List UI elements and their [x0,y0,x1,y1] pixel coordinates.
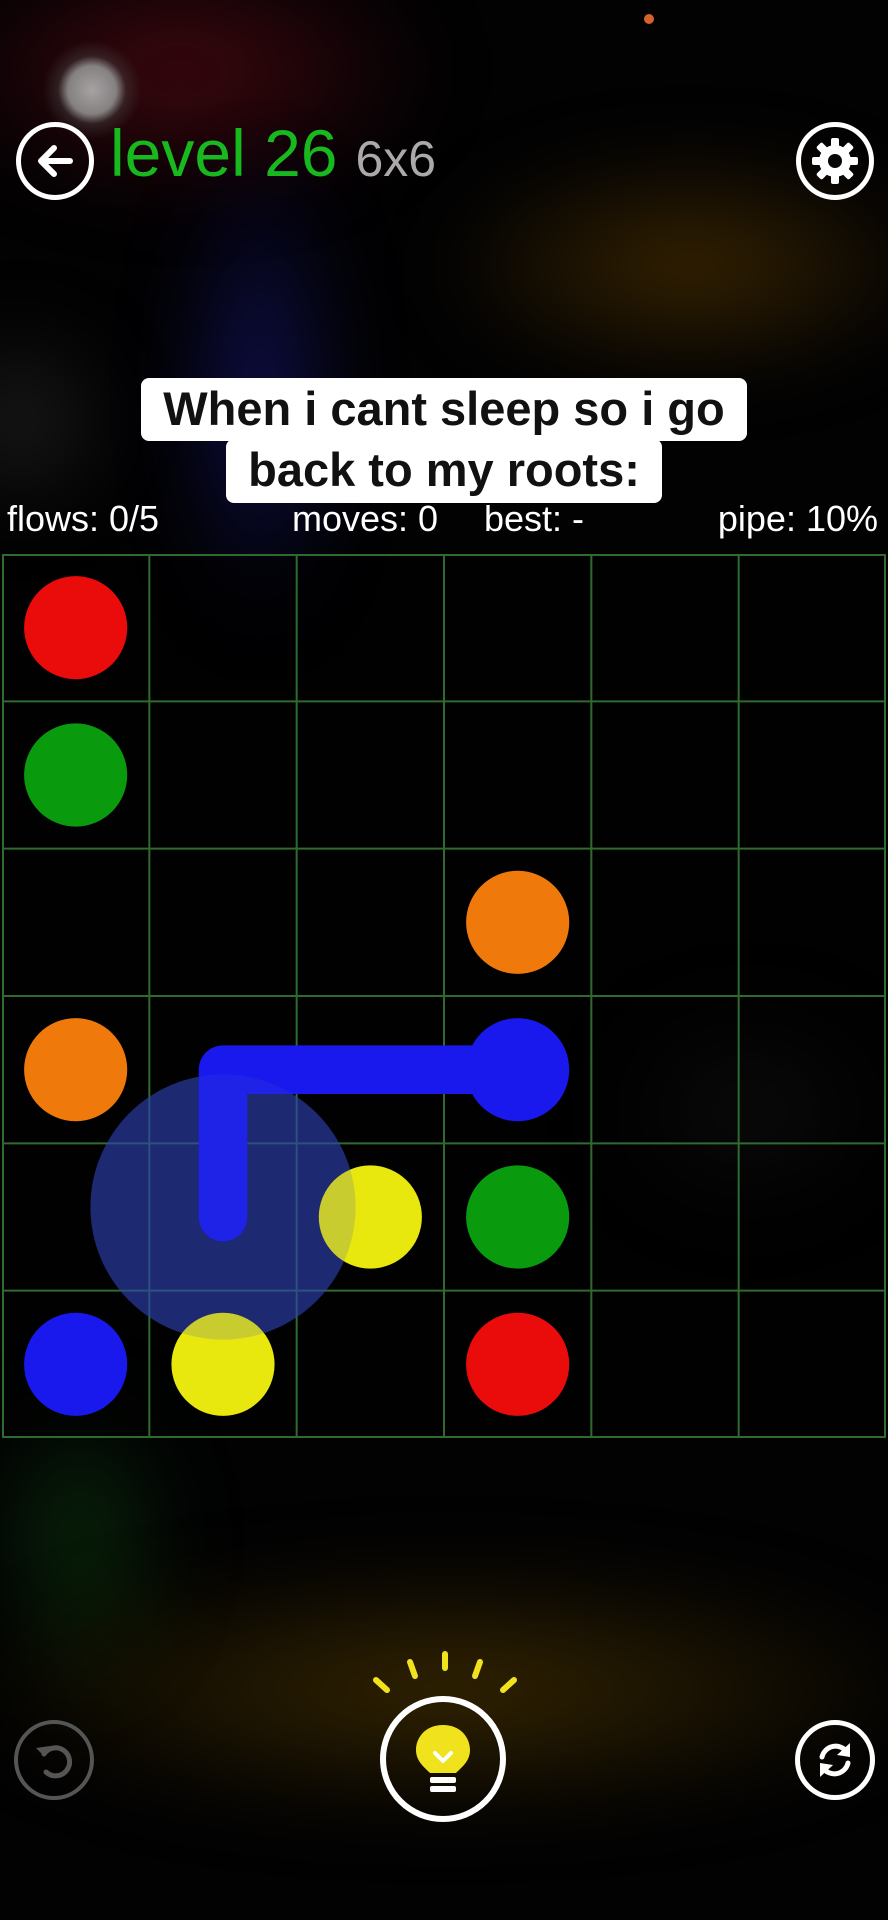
board-cell[interactable] [738,848,886,996]
game-screen: level 26 6x6 When i cant sleep so i go b… [0,0,888,1920]
caption-line-2: back to my roots: [226,439,662,503]
board-cell[interactable] [591,996,739,1144]
gear-icon [812,138,858,184]
refresh-icon [819,1743,851,1777]
board-cell[interactable] [444,554,592,702]
flows-counter: flows: 0/5 [7,498,160,539]
video-caption: When i cant sleep so i go back to my roo… [0,378,888,503]
best-score: best: - [484,498,585,539]
board-cell[interactable] [591,701,739,849]
board-cell[interactable] [296,554,444,702]
grid-size-label: 6x6 [355,131,437,187]
game-board[interactable] [2,554,886,1438]
board-cell[interactable] [296,701,444,849]
board-cell[interactable] [149,701,297,849]
board-cell[interactable] [738,1143,886,1291]
board-cell[interactable] [738,996,886,1144]
board-cell[interactable] [591,554,739,702]
board-cell[interactable] [2,848,150,996]
board-cell[interactable] [296,848,444,996]
board-cell[interactable] [591,1290,739,1438]
board-cell[interactable] [149,848,297,996]
lightbulb-icon [416,1725,470,1792]
board-canvas[interactable] [2,554,886,1438]
board-cell[interactable] [591,1143,739,1291]
board-cell[interactable] [296,1290,444,1438]
board-cell[interactable] [738,1290,886,1438]
restart-button[interactable] [795,1720,875,1800]
level-title: level 26 6x6 [110,120,436,186]
board-cell[interactable] [149,554,297,702]
blue-dot [24,1312,128,1416]
green-dot [466,1165,570,1269]
pipe-percentage: pipe: 10% [717,498,878,539]
stats-bar: flows: 0/5 moves: 0 best: - pipe: 10% [0,498,888,539]
undo-button[interactable] [14,1720,94,1800]
hint-button[interactable] [380,1696,506,1822]
red-dot [466,1312,570,1416]
arrow-left-icon [38,145,73,177]
settings-button[interactable] [796,122,874,200]
board-cell[interactable] [738,701,886,849]
moves-counter: moves: 0 [292,498,439,539]
board-cell[interactable] [444,701,592,849]
red-dot [24,576,128,680]
undo-icon [36,1745,73,1779]
header-bar: level 26 6x6 [0,112,888,208]
back-button[interactable] [16,122,94,200]
board-cell[interactable] [738,554,886,702]
finger-overlay [90,1074,356,1340]
orange-dot [466,870,570,974]
recording-indicator-dot [644,14,654,24]
board-cell[interactable] [591,848,739,996]
green-dot [24,723,128,827]
orange-dot [24,1018,128,1122]
level-label: level 26 [110,116,338,190]
caption-line-1: When i cant sleep so i go [141,378,747,442]
